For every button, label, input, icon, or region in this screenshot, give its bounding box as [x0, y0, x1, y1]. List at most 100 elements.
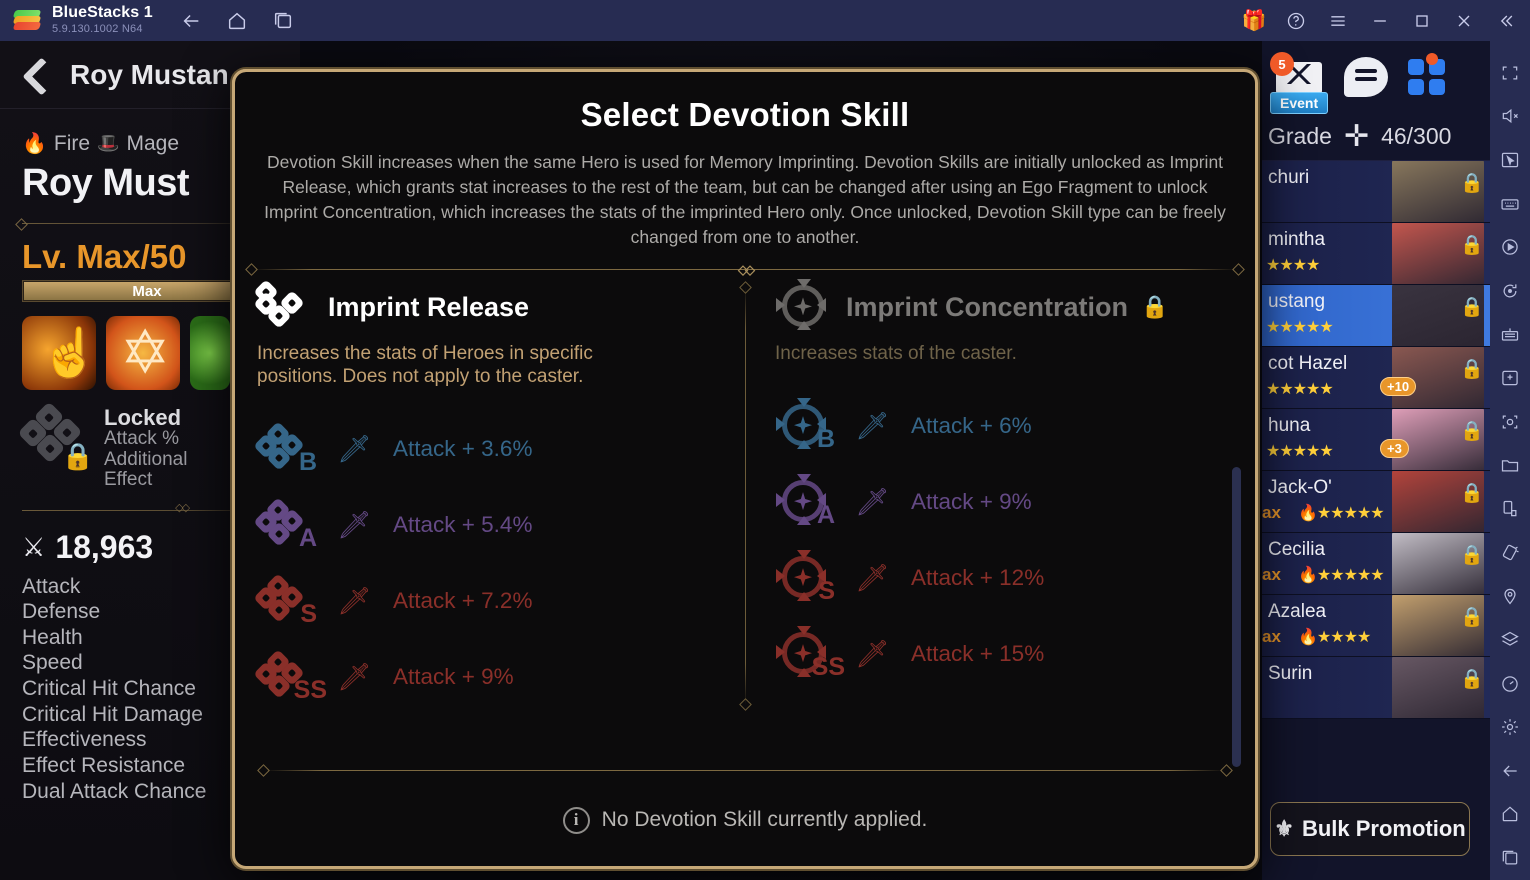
performance-icon[interactable] [1490, 662, 1530, 706]
gift-icon[interactable]: 🎁 [1242, 9, 1267, 33]
skill-icon-snap[interactable] [22, 316, 96, 390]
bluestacks-window: BlueStacks 1 5.9.130.1002 N64 🎁 Roy Must… [0, 0, 1530, 880]
dialog-scrollbar[interactable] [1232, 467, 1241, 767]
device-rotate-icon[interactable] [1490, 487, 1530, 531]
apk-install-icon[interactable] [1490, 356, 1530, 400]
devotion-skill-row[interactable]: SS 🗡 Attack + 15% [775, 616, 1233, 692]
game-viewport: Roy Mustan 🔥 Fire 🎩 Mage Roy Must Lv. Ma… [0, 41, 1490, 880]
mute-icon[interactable] [1490, 95, 1530, 139]
settings-icon[interactable] [1490, 705, 1530, 749]
fire-element-icon: 🔥 [22, 133, 47, 155]
devotion-skill-row[interactable]: B 🗡 Attack + 3.6% [253, 411, 719, 487]
hero-list-item[interactable]: churi 🔒 [1262, 161, 1490, 223]
devotion-skill-row[interactable]: A 🗡 Attack + 5.4% [253, 487, 719, 563]
imprint-concentration-column[interactable]: Imprint Concentration 🔒 Increases stats … [745, 279, 1233, 715]
help-icon[interactable] [1284, 9, 1308, 33]
diamond-cluster-icon: SS [253, 649, 327, 704]
cursor-icon[interactable] [1490, 138, 1530, 182]
location-icon[interactable] [1490, 575, 1530, 619]
macro-icon[interactable] [1490, 226, 1530, 270]
devotion-effect-text: Attack + 6% [911, 413, 1032, 439]
radial-burst-icon: B [775, 398, 835, 453]
layers-icon[interactable] [1490, 618, 1530, 662]
media-folder-icon[interactable] [1490, 444, 1530, 488]
rotate-icon[interactable] [1490, 269, 1530, 313]
devotion-skill-row[interactable]: B 🗡 Attack + 6% [775, 388, 1233, 464]
attack-sword-icon: 🗡 [855, 487, 890, 518]
hero-list-max: ax [1262, 503, 1281, 522]
imprint-release-subtitle: Increases the stats of Heroes in specifi… [257, 343, 593, 388]
app-identity: BlueStacks 1 5.9.130.1002 N64 [52, 5, 153, 35]
shake-icon[interactable] [1490, 531, 1530, 575]
event-ribbon[interactable]: Event [1270, 92, 1329, 114]
hero-list-stars: ★★★★★ [1266, 443, 1334, 460]
grade-row[interactable]: Grade ✛ 46/300 [1262, 113, 1490, 161]
bulk-promotion-icon: ⚜ [1274, 816, 1294, 841]
skill-icon-transmutation[interactable] [106, 316, 180, 390]
devotion-effect-text: Attack + 5.4% [393, 511, 533, 537]
imprint-release-column[interactable]: Imprint Release Increases the stats of H… [253, 279, 745, 715]
devotion-status: Locked [104, 405, 182, 430]
screenshot-icon[interactable] [1490, 400, 1530, 444]
hero-list-item[interactable]: Cecilia ax 🔥★★★★★ 🔒 [1262, 533, 1490, 595]
bulk-promotion-button[interactable]: ⚜ Bulk Promotion [1270, 802, 1470, 856]
devotion-columns: Imprint Release Increases the stats of H… [235, 277, 1255, 715]
column-divider [745, 287, 746, 705]
hero-list-item[interactable]: cot Hazel ★★★★★ +10 🔒 [1262, 347, 1490, 409]
recents-icon[interactable] [271, 9, 295, 33]
plus-icon[interactable]: ✛ [1344, 119, 1369, 154]
hero-list-item[interactable]: Azalea ax 🔥★★★★ 🔒 [1262, 595, 1490, 657]
hero-list-item[interactable]: mintha ★★★★ 🔒 [1262, 223, 1490, 285]
keyboard-icon[interactable] [1490, 182, 1530, 226]
hero-list-stars: 🔥★★★★ [1298, 629, 1371, 646]
menu-grid-icon[interactable] [1406, 53, 1450, 97]
hero-list-stars: ★★★★★ [1266, 319, 1334, 336]
diamond-cluster-icon [253, 279, 315, 331]
lock-icon: 🔒 [1141, 294, 1169, 320]
multi-instance-icon[interactable] [1490, 313, 1530, 357]
devotion-skill-row[interactable]: S 🗡 Attack + 12% [775, 540, 1233, 616]
hero-back-button[interactable] [18, 55, 58, 95]
hero-class-label: Mage [126, 131, 180, 155]
window-controls: 🎁 [1242, 9, 1530, 33]
close-button[interactable] [1452, 9, 1476, 33]
skill-icon-third[interactable] [190, 316, 230, 390]
lock-icon: 🔒 [1460, 421, 1484, 442]
back-icon[interactable] [179, 9, 203, 33]
devotion-skill-row[interactable]: SS 🗡 Attack + 9% [253, 639, 719, 715]
mail-icon[interactable]: 5 Event [1270, 52, 1329, 114]
devotion-effect-text: Attack + 15% [911, 641, 1045, 667]
bulk-promotion-label: Bulk Promotion [1301, 816, 1466, 841]
hero-list-name: Jack-O' [1268, 477, 1332, 498]
devotion-effect-text: Attack + 9% [911, 489, 1032, 515]
hero-list-item[interactable]: ustang ★★★★★ 🔒 [1262, 285, 1490, 347]
collapse-icon[interactable] [1494, 9, 1518, 33]
app-name: BlueStacks 1 [52, 4, 153, 22]
android-recents-icon[interactable] [1490, 836, 1530, 880]
hero-list-items: churi 🔒 mintha ★★★★ 🔒 ustang ★★★★★ 🔒 cot Hazel ★★… [1262, 161, 1490, 719]
devotion-skill-row[interactable]: A 🗡 Attack + 9% [775, 464, 1233, 540]
devotion-locked-icon: 🔒 [17, 401, 94, 471]
hero-list-item[interactable]: Surin 🔒 [1262, 657, 1490, 719]
attack-sword-icon: 🗡 [337, 433, 372, 464]
maximize-button[interactable] [1410, 9, 1434, 33]
minimize-button[interactable] [1368, 9, 1392, 33]
imprint-concentration-header: Imprint Concentration 🔒 [775, 279, 1233, 331]
hero-list-plus-badge: +3 [1380, 439, 1409, 458]
lock-icon: 🔒 [1460, 607, 1484, 628]
devotion-line1: Attack % [104, 428, 179, 450]
android-home-icon[interactable] [1490, 793, 1530, 837]
fullscreen-icon[interactable] [1490, 51, 1530, 95]
grade-value: 46/300 [1381, 123, 1452, 149]
hero-list-max: ax [1262, 565, 1281, 584]
menu-icon[interactable] [1326, 9, 1350, 33]
attack-sword-icon: 🗡 [337, 509, 372, 540]
hero-list-name: Surin [1268, 663, 1313, 684]
android-back-icon[interactable] [1490, 749, 1530, 793]
devotion-skill-row[interactable]: S 🗡 Attack + 7.2% [253, 563, 719, 639]
home-icon[interactable] [225, 9, 249, 33]
devotion-effect-text: Attack + 3.6% [393, 435, 533, 461]
hero-list-item[interactable]: Jack-O' ax 🔥★★★★★ 🔒 [1262, 471, 1490, 533]
chat-icon[interactable] [1344, 57, 1388, 97]
hero-list-item[interactable]: huna ★★★★★ +3 🔒 [1262, 409, 1490, 471]
